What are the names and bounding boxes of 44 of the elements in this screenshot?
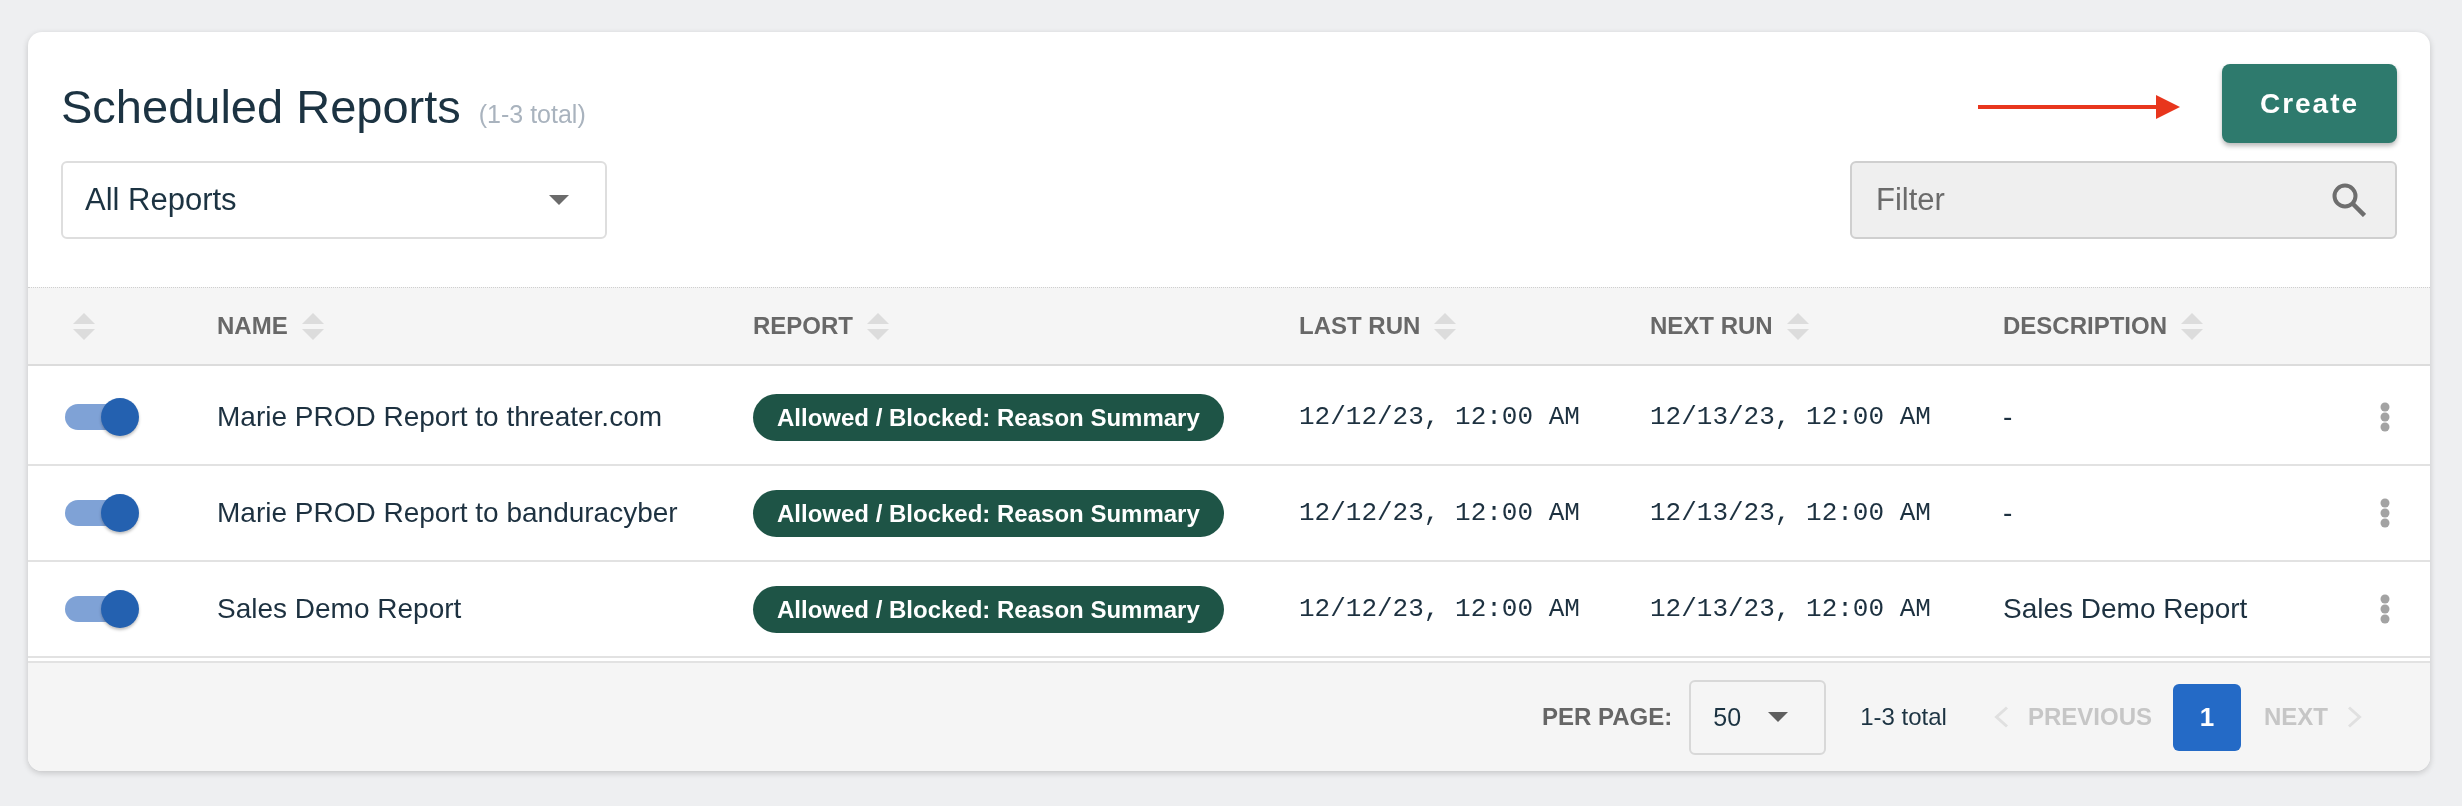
- report-select[interactable]: All Reports: [61, 161, 607, 239]
- next-run-time: 12/13/23, 12:00 AM: [1650, 498, 1931, 528]
- sort-icon[interactable]: [301, 311, 324, 341]
- report-type-badge: Allowed / Blocked: Reason Summary: [753, 393, 1224, 441]
- toggle-switch[interactable]: [65, 398, 139, 436]
- report-name: Sales Demo Report: [217, 593, 462, 625]
- create-button[interactable]: Create: [2222, 64, 2397, 143]
- column-header[interactable]: NEXT RUN: [1650, 312, 1773, 340]
- results-summary: 1-3 total: [1860, 703, 1947, 731]
- next-run-time: 12/13/23, 12:00 AM: [1650, 402, 1931, 432]
- column-header[interactable]: DESCRIPTION: [2003, 312, 2167, 340]
- per-page-label: PER PAGE:: [1542, 703, 1673, 731]
- report-name: Marie PROD Report to banduracyber: [217, 497, 678, 529]
- next-run-time: 12/13/23, 12:00 AM: [1650, 594, 1931, 624]
- kebab-menu-icon[interactable]: [2380, 402, 2390, 432]
- description-text: Sales Demo Report: [2003, 593, 2248, 625]
- description-text: -: [2003, 497, 2013, 529]
- description-text: -: [2003, 401, 2013, 433]
- column-header[interactable]: REPORT: [753, 312, 853, 340]
- sort-icon[interactable]: [1434, 311, 1457, 341]
- report-name: Marie PROD Report to threater.com: [217, 401, 663, 433]
- caret-icon: [549, 195, 569, 205]
- column-header[interactable]: LAST RUN: [1299, 312, 1421, 340]
- sort-icon[interactable]: [1786, 311, 1809, 341]
- column-header[interactable]: NAME: [217, 312, 288, 340]
- sort-icon[interactable]: [2181, 311, 2203, 341]
- page-title: Scheduled Reports: [61, 80, 461, 133]
- per-page-select[interactable]: 50: [1689, 679, 1827, 755]
- report-type-badge: Allowed / Blocked: Reason Summary: [753, 489, 1224, 537]
- last-run-time: 12/12/23, 12:00 AM: [1299, 402, 1580, 432]
- search-icon: [2332, 183, 2366, 217]
- total-count: (1-3 total): [478, 99, 586, 129]
- filter-field[interactable]: Filter: [1850, 161, 2397, 239]
- last-run-time: 12/12/23, 12:00 AM: [1299, 498, 1580, 528]
- sort-icon[interactable]: [73, 311, 95, 341]
- toggle-switch[interactable]: [65, 590, 139, 628]
- report-type-badge: Allowed / Blocked: Reason Summary: [753, 585, 1224, 633]
- page-button[interactable]: 1: [2173, 683, 2241, 751]
- sort-icon[interactable]: [867, 311, 889, 341]
- last-run-time: 12/12/23, 12:00 AM: [1299, 594, 1580, 624]
- kebab-menu-icon[interactable]: [2380, 594, 2390, 624]
- caret-icon: [1768, 712, 1789, 722]
- toggle-switch[interactable]: [65, 494, 139, 532]
- kebab-menu-icon[interactable]: [2380, 498, 2390, 528]
